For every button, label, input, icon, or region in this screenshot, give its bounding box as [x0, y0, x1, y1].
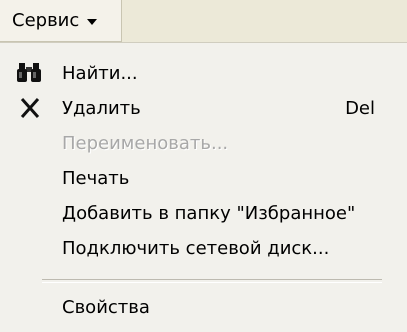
service-menu-screenshot: Сервис Найти... Удалить Del Переименоват… [0, 0, 407, 332]
menu-item-find-label: Найти... [62, 62, 138, 84]
menu-item-rename-label: Переименовать... [62, 132, 229, 154]
binoculars-icon [16, 61, 44, 85]
service-menu-title: Сервис [12, 10, 80, 31]
menu-item-properties-label: Свойства [62, 296, 150, 318]
delete-x-icon [16, 96, 44, 120]
menu-item-map-network-drive[interactable]: Подключить сетевой диск... [0, 230, 407, 266]
menu-item-find[interactable]: Найти... [0, 55, 407, 91]
menu-item-add-to-favorites-label: Добавить в папку "Избранное" [62, 202, 356, 224]
menu-item-add-to-favorites[interactable]: Добавить в папку "Избранное" [0, 195, 407, 231]
menu-item-properties[interactable]: Свойства [0, 289, 407, 325]
menu-item-delete[interactable]: Удалить Del [0, 90, 407, 126]
menu-item-delete-label: Удалить [62, 97, 141, 119]
service-menu-button[interactable]: Сервис [0, 0, 122, 42]
chevron-down-icon [87, 18, 98, 25]
menu-item-print[interactable]: Печать [0, 160, 407, 196]
service-dropdown-menu: Найти... Удалить Del Переименовать... Пе… [0, 42, 407, 332]
menu-item-print-label: Печать [62, 167, 130, 189]
menu-separator [42, 279, 382, 283]
menu-item-map-network-drive-label: Подключить сетевой диск... [62, 237, 330, 259]
menu-item-delete-shortcut: Del [345, 97, 375, 119]
menu-item-rename: Переименовать... [0, 125, 407, 161]
